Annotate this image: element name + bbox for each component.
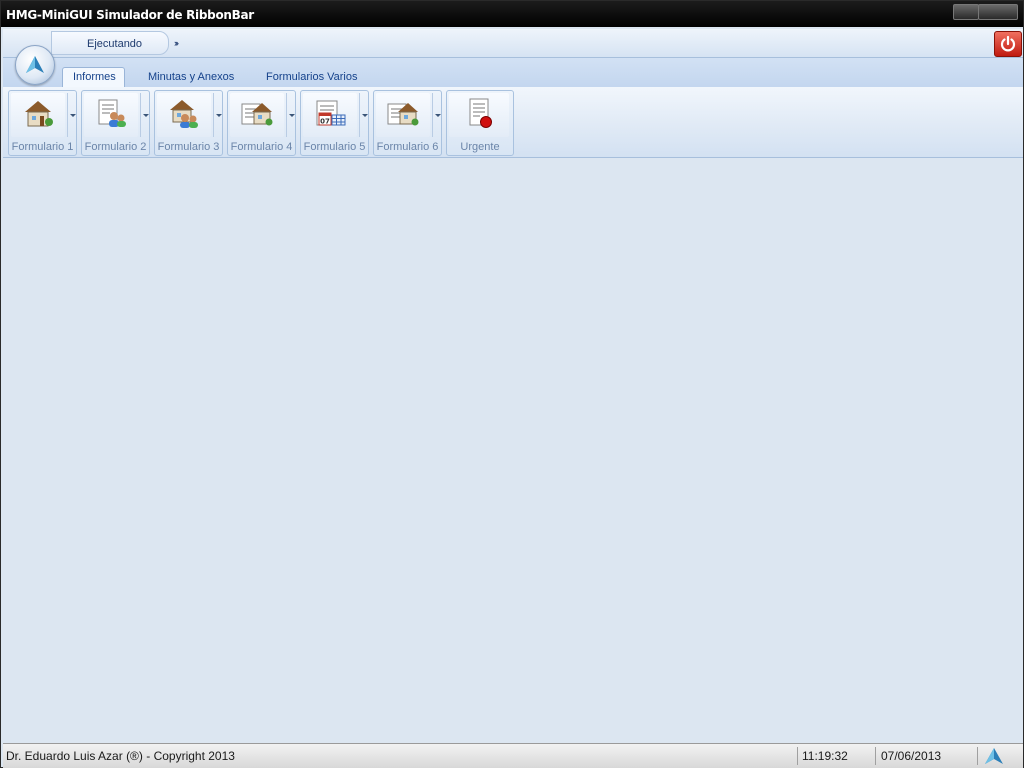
quick-access-label: Ejecutando (87, 38, 143, 50)
formulario-4-dropdown-icon[interactable] (286, 93, 295, 137)
application-menu-orb[interactable] (15, 45, 55, 85)
status-time: 11:19:32 (802, 749, 848, 763)
minimize-button[interactable] (953, 4, 979, 20)
formulario-2-button[interactable]: Formulario 2 (81, 90, 150, 156)
formulario-2-dropdown-icon[interactable] (140, 93, 149, 137)
urgente-label: Urgente (460, 141, 500, 153)
formulario-5-button[interactable]: 07 Formulario 5 (300, 90, 369, 156)
app-logo-icon (985, 748, 1003, 764)
calendar-day-text: 07 (320, 118, 330, 126)
formulario-3-label: Formulario 3 (157, 141, 220, 153)
window-title: HMG-MiniGUI Simulador de RibbonBar (6, 8, 254, 22)
urgente-button[interactable]: Urgente (446, 90, 514, 156)
users-document-icon (98, 99, 126, 127)
formulario-6-button[interactable]: Formulario 6 (373, 90, 442, 156)
formulario-1-dropdown-icon[interactable] (67, 93, 76, 137)
formulario-3-button[interactable]: Formulario 3 (154, 90, 223, 156)
urgent-document-icon (469, 98, 492, 128)
calendar-document-icon: 07 (316, 100, 346, 126)
power-icon (1000, 35, 1016, 52)
tab-informes[interactable]: Informes (73, 71, 116, 83)
formulario-6-label: Formulario 6 (376, 141, 439, 153)
app-logo-icon (26, 56, 44, 73)
status-separator (797, 747, 798, 765)
status-separator (977, 747, 978, 765)
formulario-4-label: Formulario 4 (230, 141, 293, 153)
formulario-6-dropdown-icon[interactable] (432, 93, 441, 137)
house-document-icon (241, 103, 273, 126)
formulario-4-button[interactable]: Formulario 4 (227, 90, 296, 156)
status-copyright: Dr. Eduardo Luis Azar (®) - Copyright 20… (6, 749, 235, 763)
status-date: 07/06/2013 (881, 749, 942, 763)
main-window: HMG-MiniGUI Simulador de RibbonBar Ejecu… (0, 0, 1024, 768)
tab-formularios-varios[interactable]: Formularios Varios (266, 71, 358, 83)
formulario-3-dropdown-icon[interactable] (213, 93, 222, 137)
quick-access-more-icon[interactable]: ››› (174, 38, 179, 48)
house-document-icon (387, 103, 419, 126)
house-users-icon (170, 100, 198, 128)
formulario-1-label: Formulario 1 (11, 141, 74, 153)
formulario-2-label: Formulario 2 (84, 141, 147, 153)
house-icon (25, 101, 53, 127)
title-bar[interactable]: HMG-MiniGUI Simulador de RibbonBar (1, 1, 1023, 27)
status-separator (875, 747, 876, 765)
maximize-button[interactable] (978, 4, 1018, 20)
formulario-1-button[interactable]: Formulario 1 (8, 90, 77, 156)
main-content-area (3, 158, 1023, 743)
formulario-5-label: Formulario 5 (303, 141, 366, 153)
tab-minutas-y-anexos[interactable]: Minutas y Anexos (148, 71, 234, 83)
formulario-5-dropdown-icon[interactable] (359, 93, 368, 137)
exit-button[interactable] (994, 31, 1022, 57)
